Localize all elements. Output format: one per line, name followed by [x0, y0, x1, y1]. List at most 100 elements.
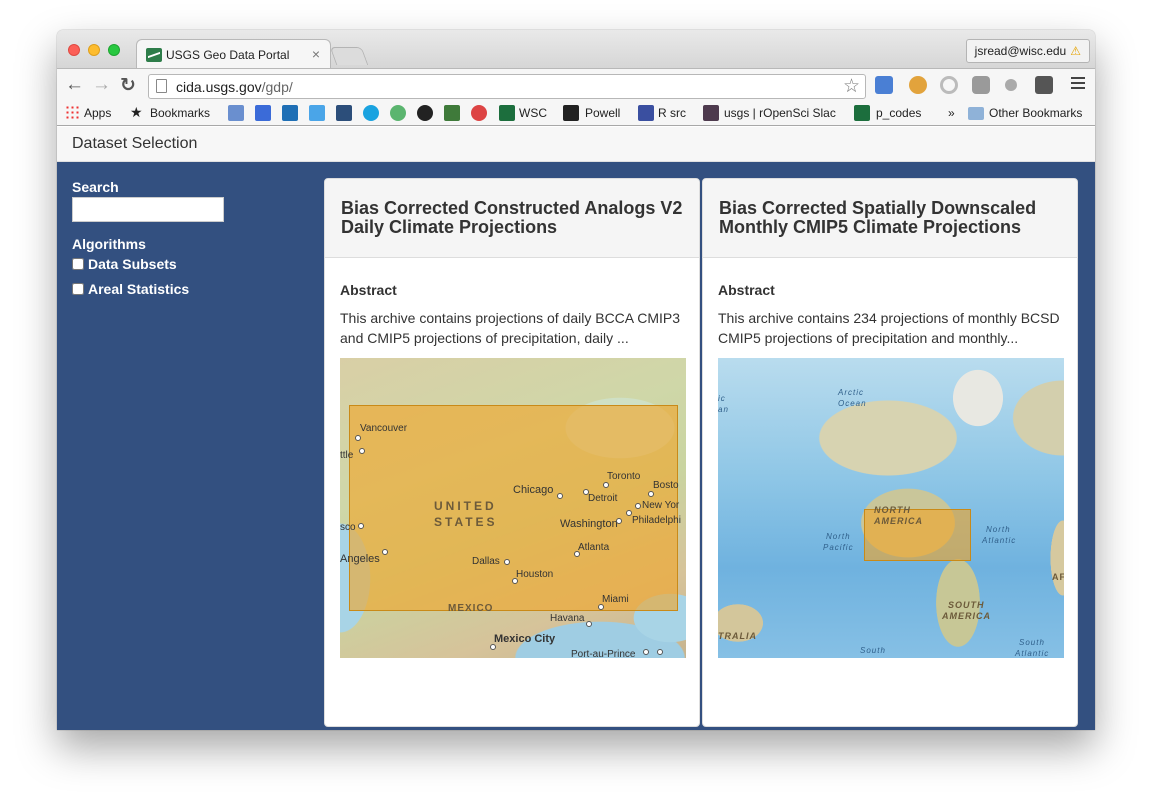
twitter-bird-bookmark-icon[interactable] [309, 105, 325, 121]
bookmark-powell[interactable]: Powell [585, 106, 620, 120]
map-label-dallas: Dallas [472, 556, 500, 567]
map-label-atlanta: Atlanta [578, 542, 610, 553]
google-scholar-bookmark-icon[interactable] [255, 105, 271, 121]
folder-icon [968, 107, 984, 120]
map-label-an: an [718, 405, 729, 414]
apps-grid-icon [65, 105, 81, 121]
map-label-north-pacific-2: Pacific [823, 543, 854, 552]
city-marker [574, 551, 580, 557]
bookmark-bookmarks[interactable]: Bookmarks [150, 106, 210, 120]
dataset-extent-map: Vancouver ttle Toronto Bosto Chicago Det… [340, 358, 686, 658]
map-label-north-america-2: AMERICA [874, 516, 923, 526]
areal-statistics-checkbox[interactable] [72, 283, 84, 295]
data-subsets-label: Data Subsets [88, 256, 177, 272]
map-label-north-atlantic-2: Atlantic [982, 536, 1017, 545]
city-marker [586, 621, 592, 627]
dataset-extent-map: Arctic Ocean ic an NORTH AMERICA North P… [718, 358, 1064, 658]
map-label-states: STATES [434, 515, 498, 529]
card-body: Abstract This archive contains 234 proje… [703, 258, 1077, 658]
cast-extension-icon[interactable] [875, 76, 893, 94]
city-marker [512, 578, 518, 584]
stat-extension-icon[interactable] [909, 76, 927, 94]
city-marker [358, 523, 364, 529]
back-button[interactable]: ← [65, 74, 84, 96]
profile-button[interactable]: jsread@wisc.edu ⚠ [965, 39, 1090, 63]
city-marker [635, 503, 641, 509]
data-subsets-option[interactable]: Data Subsets [72, 256, 312, 272]
card-header: Bias Corrected Spatially Downscaled Mont… [703, 179, 1077, 258]
map-label-detroit: Detroit [588, 493, 618, 504]
zoom-window-button[interactable] [108, 44, 120, 56]
dot-extension-icon[interactable] [1005, 79, 1017, 91]
minimize-window-button[interactable] [88, 44, 100, 56]
city-marker [648, 491, 654, 497]
areal-statistics-option[interactable]: Areal Statistics [72, 281, 312, 297]
tab-usgs-geo-data-portal[interactable]: USGS Geo Data Portal × [136, 39, 331, 69]
address-bar[interactable]: cida.usgs.gov/gdp/ ☆ [148, 74, 866, 99]
bookmark-other-bookmarks[interactable]: Other Bookmarks [989, 106, 1082, 120]
url-text: cida.usgs.gov/gdp/ [176, 79, 293, 95]
shield-extension-icon[interactable] [1035, 76, 1053, 94]
forward-button[interactable]: → [92, 74, 111, 96]
bookmark-ropensci-slack[interactable]: usgs | rOpenSci Slac [724, 106, 837, 120]
map-label-ic: ic [718, 394, 726, 403]
abstract-label: Abstract [718, 282, 775, 298]
researchgate-bookmark-icon[interactable] [444, 105, 460, 121]
map-label-port-au-prince: Port-au-Prince [571, 649, 636, 658]
map-label-arctic: Arctic [838, 388, 864, 397]
dataset-title[interactable]: Bias Corrected Constructed Analogs V2 Da… [341, 199, 683, 237]
toolbar: ← → ↻ cida.usgs.gov/gdp/ ☆ [57, 68, 1095, 102]
map-label-south-america-2: AMERICA [942, 611, 991, 621]
map-label-africa: AF [1052, 572, 1064, 582]
map-label-south-atlantic-1: South [1019, 638, 1045, 647]
sidebar: Search Algorithms Data Subsets Areal Sta… [72, 179, 312, 297]
bookmark-star-icon[interactable]: ☆ [843, 75, 860, 98]
leaf-bookmark-icon[interactable] [390, 105, 406, 121]
city-marker [355, 435, 361, 441]
city-marker [557, 493, 563, 499]
city-marker [626, 510, 632, 516]
skype-bookmark-icon[interactable] [363, 105, 379, 121]
bookmark-apps[interactable]: Apps [84, 106, 111, 120]
search-label: Search [72, 179, 119, 195]
dataset-card-bcsd[interactable]: Bias Corrected Spatially Downscaled Mont… [702, 178, 1078, 727]
bookmarks-bar: Apps ★ Bookmarks WSC Powell R src usgs |… [57, 102, 1095, 126]
map-label-south-pacific: South [860, 646, 886, 655]
city-marker [603, 482, 609, 488]
close-window-button[interactable] [68, 44, 80, 56]
institution-icon [638, 105, 654, 121]
map-label-washington: Washington [560, 518, 618, 530]
jenkins-bookmark-icon[interactable] [336, 105, 352, 121]
github-bookmark-icon[interactable] [417, 105, 433, 121]
wsc-bookmark-icon [499, 105, 515, 121]
content-area: Search Algorithms Data Subsets Areal Sta… [57, 162, 1095, 730]
city-marker [598, 604, 604, 610]
page-title: Dataset Selection [72, 135, 198, 152]
city-marker [583, 489, 589, 495]
twitter-bookmark-icon[interactable] [282, 105, 298, 121]
browser-window: USGS Geo Data Portal × jsread@wisc.edu ⚠ … [57, 30, 1095, 730]
hamburger-menu-icon[interactable] [1071, 77, 1085, 89]
search-input[interactable] [72, 197, 224, 222]
bookmark-r-src[interactable]: R src [658, 106, 686, 120]
e-bookmark-icon[interactable] [471, 105, 487, 121]
map-label-ocean: Ocean [838, 399, 867, 408]
tab-close-icon[interactable]: × [312, 46, 320, 62]
more-bookmarks-chevron[interactable]: » [948, 106, 955, 120]
city-marker [359, 448, 365, 454]
chart-bookmark-icon[interactable] [228, 105, 244, 121]
map-label-south-atlantic-2: Atlantic [1015, 649, 1050, 658]
dataset-title[interactable]: Bias Corrected Spatially Downscaled Mont… [719, 199, 1061, 237]
data-subsets-checkbox[interactable] [72, 258, 84, 270]
tab-strip: USGS Geo Data Portal × jsread@wisc.edu ⚠ [57, 30, 1095, 69]
map-label-north-atlantic-1: North [986, 525, 1011, 534]
bookmark-p-codes[interactable]: p_codes [876, 106, 921, 120]
bookmark-wsc[interactable]: WSC [519, 106, 547, 120]
sync-extension-icon[interactable] [940, 76, 958, 94]
dataset-card-bcca[interactable]: Bias Corrected Constructed Analogs V2 Da… [324, 178, 700, 727]
map-label-boston: Bosto [653, 480, 679, 491]
p-codes-bookmark-icon [854, 105, 870, 121]
new-tab-button[interactable] [329, 47, 369, 65]
reload-button[interactable]: ↻ [120, 74, 136, 97]
cube-extension-icon[interactable] [972, 76, 990, 94]
